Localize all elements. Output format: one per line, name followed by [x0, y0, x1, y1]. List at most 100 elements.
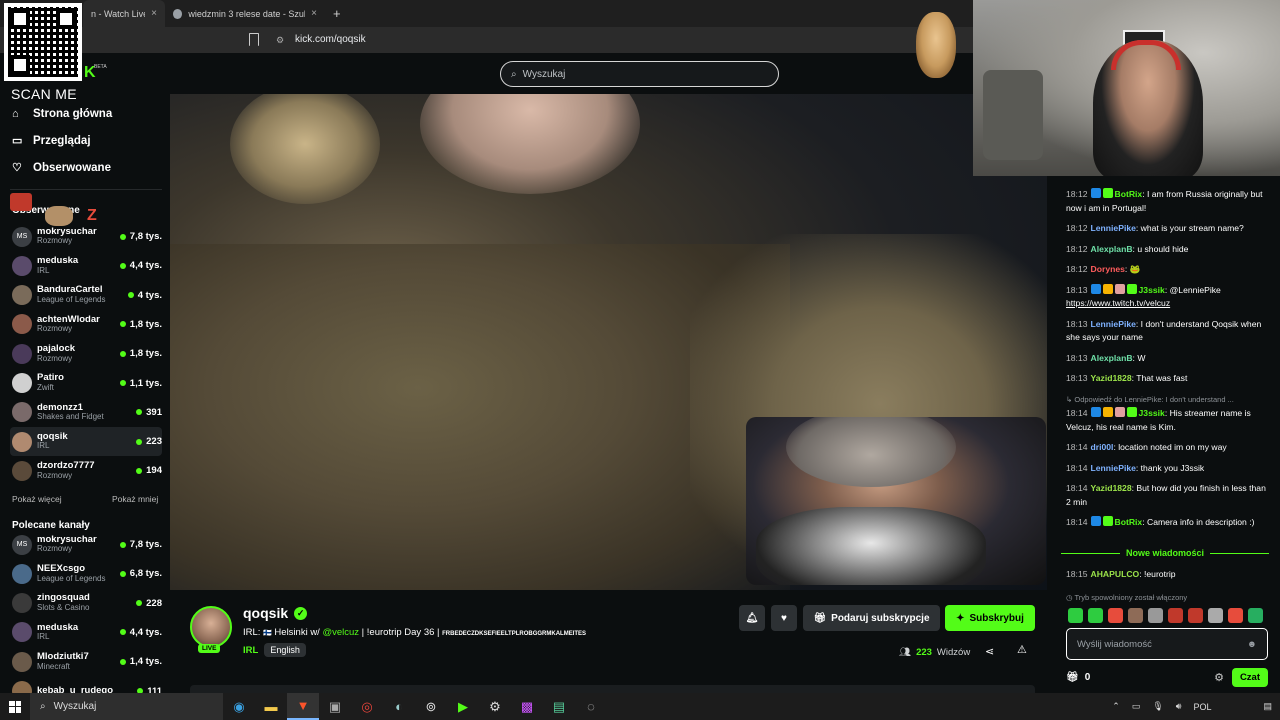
- channel-category: Rozmowy: [37, 544, 73, 554]
- nav-browse[interactable]: ▭ Przeglądaj: [12, 135, 91, 147]
- avatar: [12, 402, 32, 423]
- message-user[interactable]: AlexplanB: [1091, 353, 1133, 363]
- show-less-link[interactable]: Pokaż mniej: [112, 494, 158, 504]
- sidebar-channel-patiro[interactable]: Patiro Zwift 1,1 tys.: [10, 369, 162, 398]
- app2-icon[interactable]: ▩: [511, 693, 543, 720]
- message-user[interactable]: Dorynes: [1091, 264, 1125, 274]
- new-tab-button[interactable]: +: [325, 0, 349, 27]
- nav-following[interactable]: ♡ Obserwowane: [12, 162, 111, 174]
- app3-icon[interactable]: ▤: [543, 693, 575, 720]
- subscribe-button[interactable]: ✦ Subskrybuj: [945, 605, 1035, 631]
- message-user[interactable]: BotRix: [1115, 189, 1143, 199]
- sidebar-channel-banduracartel[interactable]: BanduraCartel League of Legends 4 tys.: [10, 281, 162, 310]
- chat-input[interactable]: Wyślij wiadomość ☻: [1066, 628, 1268, 660]
- emote-icon[interactable]: [1088, 608, 1103, 623]
- video-player[interactable]: [170, 94, 1047, 590]
- emote-icon[interactable]: [1168, 608, 1183, 623]
- app4-icon[interactable]: ◌: [575, 693, 607, 720]
- language-tag[interactable]: English: [264, 643, 306, 657]
- follow-heart-button[interactable]: ♥: [771, 605, 797, 631]
- message-user[interactable]: J3ssik: [1139, 408, 1165, 418]
- app-icon[interactable]: ▣: [319, 693, 351, 720]
- report-icon[interactable]: ⚠: [1017, 643, 1027, 656]
- sidebar-channel-mokrysuchar[interactable]: MS mokrysuchar Rozmowy 7,8 tys.: [10, 530, 162, 559]
- bookmark-icon[interactable]: [249, 33, 259, 46]
- emote-icon[interactable]: [1248, 608, 1263, 623]
- folder-icon[interactable]: ▬: [255, 693, 287, 720]
- sidebar-channel-neexcsgo[interactable]: NEEXcsgo League of Legends 6,8 tys.: [10, 559, 162, 588]
- sidebar-channel-kebab_u_rudego[interactable]: kebab_u_rudego 111: [10, 677, 162, 693]
- message-user[interactable]: Yazid1828: [1091, 373, 1132, 383]
- new-messages-divider[interactable]: Nowe wiadomości: [1061, 548, 1269, 558]
- play-icon[interactable]: ▶: [447, 693, 479, 720]
- sidebar-channel-dzordzo7777[interactable]: dzordzo7777 Rozmowy 194: [10, 456, 162, 485]
- gift-sub-button[interactable]: 🎁︎ Podaruj subskrypcje: [803, 605, 940, 631]
- tab-search[interactable]: wiedzmin 3 relese date - Szukaj w Go ×: [165, 0, 325, 27]
- sidebar-channel-meduska[interactable]: meduska IRL 4,4 tys.: [10, 618, 162, 647]
- sidebar-channel-meduska[interactable]: meduska IRL 4,4 tys.: [10, 251, 162, 280]
- close-tab-icon[interactable]: ×: [151, 8, 157, 19]
- steam-icon[interactable]: ◐: [383, 693, 415, 720]
- gear-icon[interactable]: ⚙: [1214, 671, 1224, 684]
- show-more-link[interactable]: Pokaż więcej: [12, 494, 62, 504]
- message-user[interactable]: LenniePike: [1091, 319, 1136, 329]
- emote-icon[interactable]: [1068, 608, 1083, 623]
- message-user[interactable]: dri00l: [1091, 442, 1114, 452]
- live-dot: [127, 292, 134, 299]
- points-display[interactable]: 🎁︎ 0: [1066, 672, 1090, 683]
- reply-preview[interactable]: ↳ Odpowiedź do LenniePike: I don't under…: [1066, 393, 1266, 407]
- start-button[interactable]: [0, 693, 30, 720]
- settings-icon[interactable]: ⚙: [479, 693, 511, 720]
- chevron-up-icon[interactable]: ⌃: [1112, 701, 1120, 712]
- volume-icon[interactable]: 🔊︎: [1176, 701, 1182, 712]
- emote-icon[interactable]: [1228, 608, 1243, 623]
- url-field[interactable]: kick.com/qoqsik: [295, 34, 366, 45]
- send-chat-button[interactable]: Czat: [1231, 667, 1268, 687]
- sidebar-channel-achtenwlodar[interactable]: achtenWlodar Rozmowy 1,8 tys.: [10, 310, 162, 339]
- taskbar-search[interactable]: ⌕ Wyszukaj: [30, 693, 223, 720]
- close-tab-icon[interactable]: ×: [311, 8, 317, 19]
- streamer-avatar[interactable]: [190, 606, 232, 648]
- search-input[interactable]: ⌕ Wyszukaj: [500, 61, 779, 87]
- title-mention[interactable]: @velcuz: [322, 627, 359, 638]
- edge-icon[interactable]: ◉: [223, 693, 255, 720]
- emote-icon[interactable]: [1128, 608, 1143, 623]
- emote-icon[interactable]: [1208, 608, 1223, 623]
- language-indicator[interactable]: POL: [1193, 702, 1211, 712]
- nav-home[interactable]: ⌂ Strona główna: [12, 108, 112, 120]
- message-user[interactable]: LenniePike: [1091, 463, 1136, 473]
- channel-text: dzordzo7777 Rozmowy: [37, 460, 136, 480]
- sidebar-channel-zingosquad[interactable]: zingosquad Slots & Casino 228: [10, 589, 162, 618]
- message-user[interactable]: J3ssik: [1139, 285, 1165, 295]
- notification-icon[interactable]: ▤: [1263, 701, 1272, 712]
- sidebar-channel-mlodziutki7[interactable]: Mlodziutki7 Minecraft 1,4 tys.: [10, 647, 162, 676]
- brave-icon[interactable]: ▼: [287, 693, 319, 720]
- sidebar-channel-mokrysuchar[interactable]: MS mokrysuchar Rozmowy 7,8 tys.: [10, 222, 162, 251]
- obs-icon[interactable]: ⊚: [415, 693, 447, 720]
- viewer-number: 223: [146, 436, 162, 448]
- message-user[interactable]: AHAPULCO: [1091, 569, 1140, 579]
- network-icon[interactable]: ▭: [1132, 701, 1141, 712]
- emote-icon[interactable]: [1108, 608, 1123, 623]
- message-user[interactable]: AlexplanB: [1091, 244, 1133, 254]
- channel-name: meduska: [37, 621, 79, 633]
- tab-active[interactable]: n - Watch Live o ×: [83, 0, 165, 27]
- message-text: : 🐸: [1124, 264, 1141, 274]
- message-user[interactable]: LenniePike: [1091, 223, 1136, 233]
- message-user[interactable]: Yazid1828: [1091, 483, 1132, 493]
- streamer-name[interactable]: qoqsik: [243, 605, 288, 621]
- site-info-icon[interactable]: ⚙: [276, 35, 284, 46]
- emote-icon[interactable]: [1188, 608, 1203, 623]
- sidebar-channel-pajalock[interactable]: pajalock Rozmowy 1,8 tys.: [10, 339, 162, 368]
- emote-icon[interactable]: [1148, 608, 1163, 623]
- emoji-icon[interactable]: ☻: [1247, 639, 1257, 650]
- message-link[interactable]: https://www.twitch.tv/velcuz: [1066, 298, 1170, 308]
- share-icon[interactable]: ⋖: [985, 645, 994, 658]
- sidebar-channel-qoqsik[interactable]: qoqsik IRL 223: [10, 427, 162, 457]
- message-user[interactable]: BotRix: [1115, 517, 1143, 527]
- category-link[interactable]: IRL: [243, 645, 258, 656]
- notification-bell-button[interactable]: 🔔︎: [739, 605, 765, 631]
- sidebar-channel-demonzz1[interactable]: demonzz1 Shakes and Fidget 391: [10, 398, 162, 427]
- chrome-icon[interactable]: ◎: [351, 693, 383, 720]
- mic-icon[interactable]: 🎙︎: [1152, 701, 1163, 712]
